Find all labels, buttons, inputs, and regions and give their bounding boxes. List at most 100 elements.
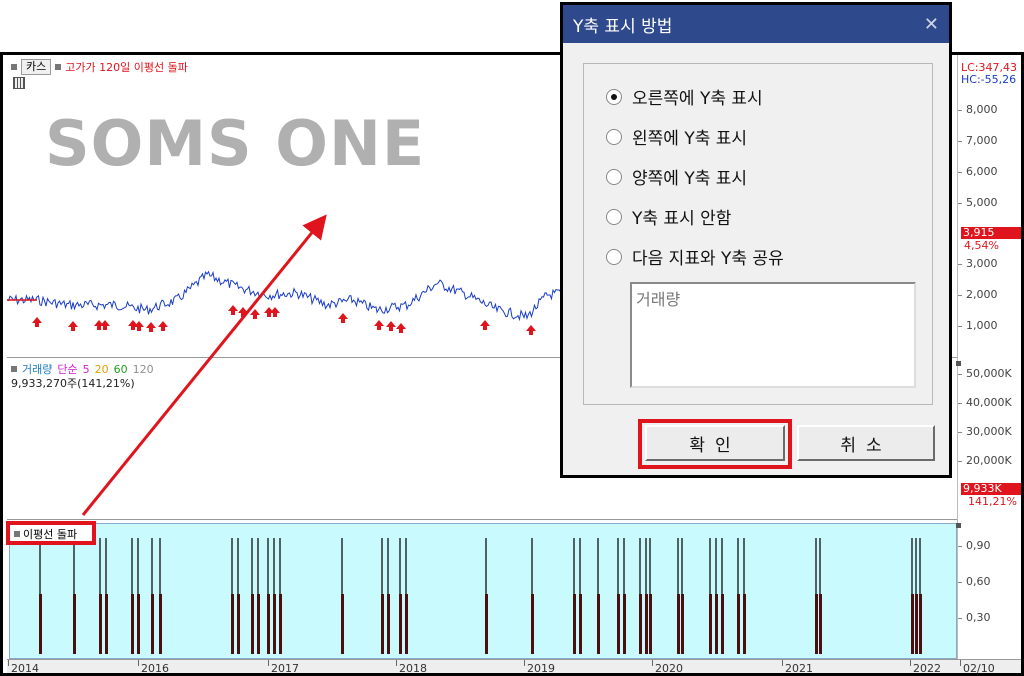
x-axis-label: 2018 <box>396 660 427 675</box>
radio-button[interactable] <box>606 248 622 265</box>
signal-bar <box>623 594 626 654</box>
up-arrow-marker <box>480 320 490 330</box>
radio-button-selected[interactable] <box>606 88 622 105</box>
option-no-y-axis[interactable]: Y축 표시 안함 <box>606 204 731 229</box>
signal-bar <box>237 594 240 654</box>
volume-current-badge: 9,933K <box>961 483 1021 495</box>
right-y-axis: LC:347,43 HC:-55,26 8,000 7,000 6,000 5,… <box>956 55 1021 673</box>
signal-bar <box>617 594 620 654</box>
volume-tick: 20,000K <box>958 454 1012 467</box>
x-axis: 2014 2016 2017 2018 2019 2020 2021 2022 … <box>7 659 1021 675</box>
volume-tick: 40,000K <box>958 396 1012 409</box>
price-tick: 6,000 <box>958 165 998 178</box>
signal-tick: 0,90 <box>958 539 991 552</box>
price-current-badge: 3,915 <box>961 227 1021 239</box>
option-both-y-axis[interactable]: 양쪽에 Y축 표시 <box>606 164 747 189</box>
up-arrow-marker <box>526 325 536 335</box>
option-label: Y축 표시 안함 <box>632 209 732 229</box>
y-axis-options-group: 오른쪽에 Y축 표시 왼쪽에 Y축 표시 양쪽에 Y축 표시 Y축 표시 안함 … <box>583 63 933 405</box>
x-axis-last-date: 02/10 <box>960 660 995 675</box>
signal-bar <box>915 594 918 654</box>
pane-bullet-icon <box>956 361 961 366</box>
signal-tick: 0,60 <box>958 575 991 588</box>
radio-button[interactable] <box>606 128 622 145</box>
signal-bar <box>919 594 922 654</box>
signal-tick: 0,30 <box>958 611 991 624</box>
radio-button[interactable] <box>606 208 622 225</box>
option-left-y-axis[interactable]: 왼쪽에 Y축 표시 <box>606 124 747 149</box>
x-axis-label: 2022 <box>910 660 941 675</box>
signal-bar <box>709 594 712 654</box>
signal-bar <box>405 594 408 654</box>
signal-bar <box>231 594 234 654</box>
signal-bar <box>341 594 344 654</box>
signal-bar <box>131 594 134 654</box>
signal-bar <box>267 594 270 654</box>
signal-bar <box>387 594 390 654</box>
x-axis-label: 2021 <box>782 660 813 675</box>
option-label: 오른쪽에 Y축 표시 <box>632 89 763 109</box>
signal-bar <box>273 594 276 654</box>
price-tick: 5,000 <box>958 196 998 209</box>
radio-button[interactable] <box>606 168 622 185</box>
signal-bar <box>159 594 162 654</box>
hc-label: HC:-55,26 <box>961 73 1017 86</box>
signal-bar <box>573 594 576 654</box>
x-axis-label: 2019 <box>524 660 555 675</box>
signal-bar <box>819 594 822 654</box>
signal-bar <box>597 594 600 654</box>
option-share-y-axis[interactable]: 다음 지표와 Y축 공유 <box>606 244 784 269</box>
signal-bar <box>681 594 684 654</box>
signal-bar <box>381 594 384 654</box>
signal-bar <box>911 594 914 654</box>
volume-current-pct: 141,21% <box>968 495 1017 508</box>
signal-bar <box>579 594 582 654</box>
price-tick: 3,000 <box>958 257 998 270</box>
volume-tick: 30,000K <box>958 425 1012 438</box>
share-indicator-list[interactable]: 거래량 <box>630 282 916 388</box>
x-axis-label: 2017 <box>268 660 299 675</box>
signal-bar <box>151 594 154 654</box>
signal-bar <box>399 594 402 654</box>
option-right-y-axis[interactable]: 오른쪽에 Y축 표시 <box>606 84 763 109</box>
signal-bar <box>737 594 740 654</box>
signal-bar <box>251 594 254 654</box>
price-tick: 8,000 <box>958 103 998 116</box>
pane-bullet-icon <box>14 531 20 537</box>
up-arrow-marker <box>32 317 42 327</box>
close-icon[interactable]: ✕ <box>924 14 939 35</box>
signal-bar <box>743 594 746 654</box>
signal-bar <box>73 594 76 654</box>
signal-bar <box>715 594 718 654</box>
signal-bar <box>815 594 818 654</box>
cancel-button[interactable]: 취소 <box>797 425 935 461</box>
option-label: 다음 지표와 Y축 공유 <box>632 249 784 269</box>
dialog-title-bar[interactable]: Y축 표시 방법 ✕ <box>563 5 949 43</box>
signal-bar <box>137 594 140 654</box>
signal-bar <box>99 594 102 654</box>
option-label: 양쪽에 Y축 표시 <box>632 169 748 189</box>
signal-bar <box>649 594 652 654</box>
signal-bar <box>257 594 260 654</box>
ok-button-highlight <box>638 419 792 469</box>
price-tick: 1,000 <box>958 319 998 332</box>
price-current-pct: 4,54% <box>964 239 999 252</box>
signal-bar <box>721 594 724 654</box>
signal-bar <box>677 594 680 654</box>
x-axis-label: 2014 <box>8 660 39 675</box>
signal-bar <box>485 594 488 654</box>
option-label: 왼쪽에 Y축 표시 <box>632 129 748 149</box>
signal-pane <box>9 523 957 659</box>
signal-bar <box>39 594 42 654</box>
volume-tick: 50,000K <box>958 367 1012 380</box>
y-axis-display-dialog: Y축 표시 방법 ✕ 오른쪽에 Y축 표시 왼쪽에 Y축 표시 양쪽에 Y축 표… <box>560 2 952 478</box>
pane-bullet-icon <box>956 523 961 528</box>
signal-chart <box>39 538 922 654</box>
signal-bar <box>639 594 642 654</box>
share-list-item[interactable]: 거래량 <box>636 290 680 309</box>
signal-bar <box>531 594 534 654</box>
signal-bar <box>645 594 648 654</box>
signal-bar <box>105 594 108 654</box>
x-axis-label: 2020 <box>652 660 683 675</box>
price-tick: 2,000 <box>958 288 998 301</box>
